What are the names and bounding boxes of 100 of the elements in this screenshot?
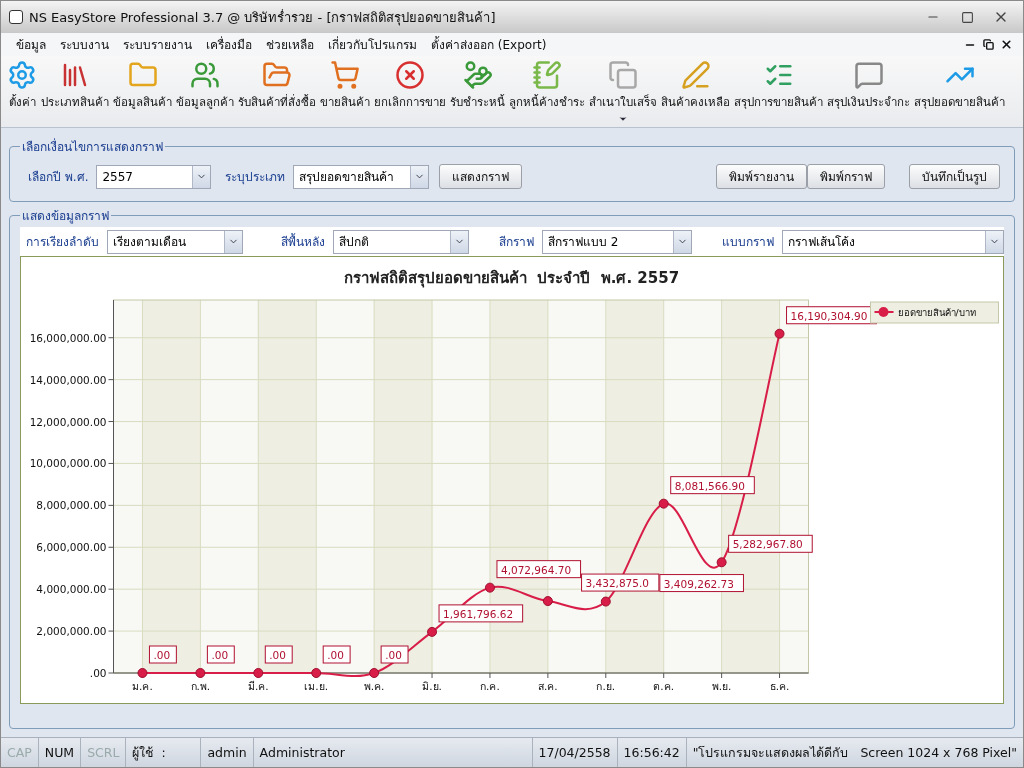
menu-item[interactable]: เครื่องมือ	[199, 33, 259, 56]
y-tick-label: .00	[89, 667, 107, 679]
money-hand-icon	[462, 60, 493, 90]
chat-bubble-icon	[853, 60, 884, 90]
toolbar-button[interactable]: ขายสินค้า	[318, 60, 372, 111]
status-time: 16:56:42	[617, 738, 687, 767]
toolbar-button[interactable]: สำเนาใบเสร็จ	[587, 60, 659, 124]
dropdown[interactable]: กราฟเส้นโค้ง	[782, 229, 1004, 254]
toolbar-button[interactable]: สินค้าคงเหลือ	[659, 60, 732, 111]
key-indicator: SCRL	[81, 738, 127, 767]
data-point	[484, 582, 495, 593]
data-label: 3,432,875.0	[581, 573, 660, 592]
menu-item[interactable]: ตั้งค่าส่งออก (Export)	[424, 33, 554, 56]
restore-icon	[982, 39, 994, 50]
gear-icon	[7, 60, 37, 90]
status-date: 17/04/2558	[532, 738, 618, 767]
data-point	[658, 498, 669, 509]
close-icon	[999, 38, 1013, 51]
user-name: admin	[201, 738, 254, 767]
field-label: สีพื้นหลัง	[281, 232, 325, 251]
toolbar-button[interactable]: ประเภทสินค้า	[39, 60, 111, 111]
y-tick-label: 14,000,000.00	[29, 373, 107, 386]
x-tick-label: มิ.ย.	[422, 680, 442, 692]
field-label: ระบุประเภท	[225, 169, 286, 186]
y-tick-label: 2,000,000.00	[36, 625, 107, 638]
cancel-icon	[395, 60, 425, 90]
chart-title: กราฟสถิติสรุปยอดขายสินค้า ประจำปี พ.ศ. 2557	[343, 269, 680, 287]
y-tick-label: 10,000,000.00	[29, 457, 107, 470]
field-label: การเรียงลำดับ	[26, 234, 99, 251]
data-point	[774, 328, 785, 339]
app-icon	[9, 10, 23, 24]
action-button[interactable]: บันทึกเป็นรูป	[909, 164, 1000, 189]
toolbar-button[interactable]: ตั้งค่า	[5, 60, 39, 111]
data-label: 1,961,796.62	[438, 604, 524, 623]
toolbar-button[interactable]: ลูกหนี้ค้างชำระ	[507, 60, 587, 111]
x-tick-label: ก.ค.	[480, 680, 500, 692]
data-point	[542, 596, 553, 607]
toolbar-button[interactable]: ยกเลิกการขาย	[372, 60, 448, 111]
menu-item[interactable]: ช่วยเหลือ	[259, 33, 321, 56]
data-point	[311, 668, 322, 678]
data-label: 8,081,566.90	[670, 476, 755, 495]
legend-label: ยอดขายสินค้า/บาท	[897, 307, 976, 318]
copy-icon	[608, 60, 638, 90]
x-tick-label: ส.ค.	[538, 680, 558, 692]
chart-legend: ยอดขายสินค้า/บาท	[870, 301, 999, 324]
data-label: 4,072,964.70	[496, 560, 582, 579]
action-button[interactable]: พิมพ์รายงาน	[716, 164, 807, 189]
data-label: .00	[148, 645, 177, 664]
toolbar-button[interactable]: ข้อมูลลูกค้า	[174, 60, 236, 111]
x-tick-label: พ.ค.	[363, 680, 385, 692]
maximize-icon	[960, 10, 974, 24]
data-label: 3,409,262.73	[659, 574, 744, 593]
y-tick-label: 6,000,000.00	[36, 541, 107, 554]
field-label: แบบกราฟ	[722, 234, 774, 251]
toolbar-button[interactable]: ข้อมูลสินค้า	[111, 60, 174, 111]
y-tick-label: 8,000,000.00	[36, 499, 107, 512]
y-tick-label: 16,000,000.00	[29, 331, 107, 344]
user-role: Administrator	[253, 738, 533, 767]
y-tick-label: 4,000,000.00	[36, 583, 107, 596]
status-message: "โปรแกรมจะแสดงผลได้ดีกับ Screen 1024 x 768 Pixel"	[691, 743, 1018, 762]
field-label: สีกราฟ	[499, 234, 534, 251]
cart-icon	[330, 60, 360, 90]
data-label: .00	[380, 645, 409, 664]
x-tick-label: พ.ย.	[711, 680, 732, 692]
dropdown[interactable]: สีกราฟแบบ 2	[542, 229, 692, 254]
menu-item[interactable]: ระบบงาน	[53, 33, 116, 56]
data-point	[195, 668, 206, 678]
x-tick-label: ธ.ค.	[769, 680, 790, 692]
group-title: แสดงข้อมูลกราฟ	[21, 208, 110, 225]
data-label: .00	[206, 645, 235, 664]
action-button[interactable]: พิมพ์กราฟ	[807, 164, 885, 189]
menu-item[interactable]: เกี่ยวกับโปรแกรม	[321, 33, 424, 56]
x-tick-label: มี.ค.	[247, 680, 269, 692]
toolbar-button[interactable]: สรุปการขายสินค้า	[732, 60, 825, 111]
show-graph-button[interactable]: แสดงกราฟ	[439, 164, 523, 189]
data-point	[369, 668, 380, 678]
data-point	[427, 626, 438, 637]
x-tick-label: ก.พ.	[190, 680, 211, 692]
toolbar-button[interactable]: รับสินค้าที่สั่งซื้อ	[236, 60, 318, 111]
dropdown[interactable]: สรุปยอดขายสินค้า	[293, 164, 430, 189]
dropdown[interactable]: สีปกติ	[333, 229, 469, 254]
menu-item[interactable]: ข้อมูล	[9, 33, 53, 56]
data-point	[600, 596, 611, 607]
toolbar-button[interactable]: สรุปเงินประจำกะ	[825, 60, 912, 111]
data-point	[716, 557, 727, 568]
people-icon	[190, 60, 220, 90]
notebook-icon	[532, 60, 562, 90]
x-tick-label: เม.ย.	[304, 680, 329, 692]
toolbar-button[interactable]: รับชำระหนี้	[448, 60, 507, 111]
data-label: .00	[322, 645, 351, 664]
user-label: ผู้ใช้ :	[126, 738, 202, 767]
dropdown[interactable]: 2557	[96, 164, 212, 189]
y-tick-label: 12,000,000.00	[29, 415, 107, 428]
toolbar-button[interactable]: สรุปยอดขายสินค้า	[912, 60, 1007, 111]
key-indicator: CAP	[1, 738, 39, 767]
dropdown[interactable]: เรียงตามเดือน	[107, 229, 243, 254]
field-label: เลือกปี พ.ศ.	[28, 169, 89, 186]
data-point	[137, 668, 148, 678]
x-tick-label: ก.ย.	[596, 680, 616, 692]
menu-item[interactable]: ระบบรายงาน	[116, 33, 199, 56]
